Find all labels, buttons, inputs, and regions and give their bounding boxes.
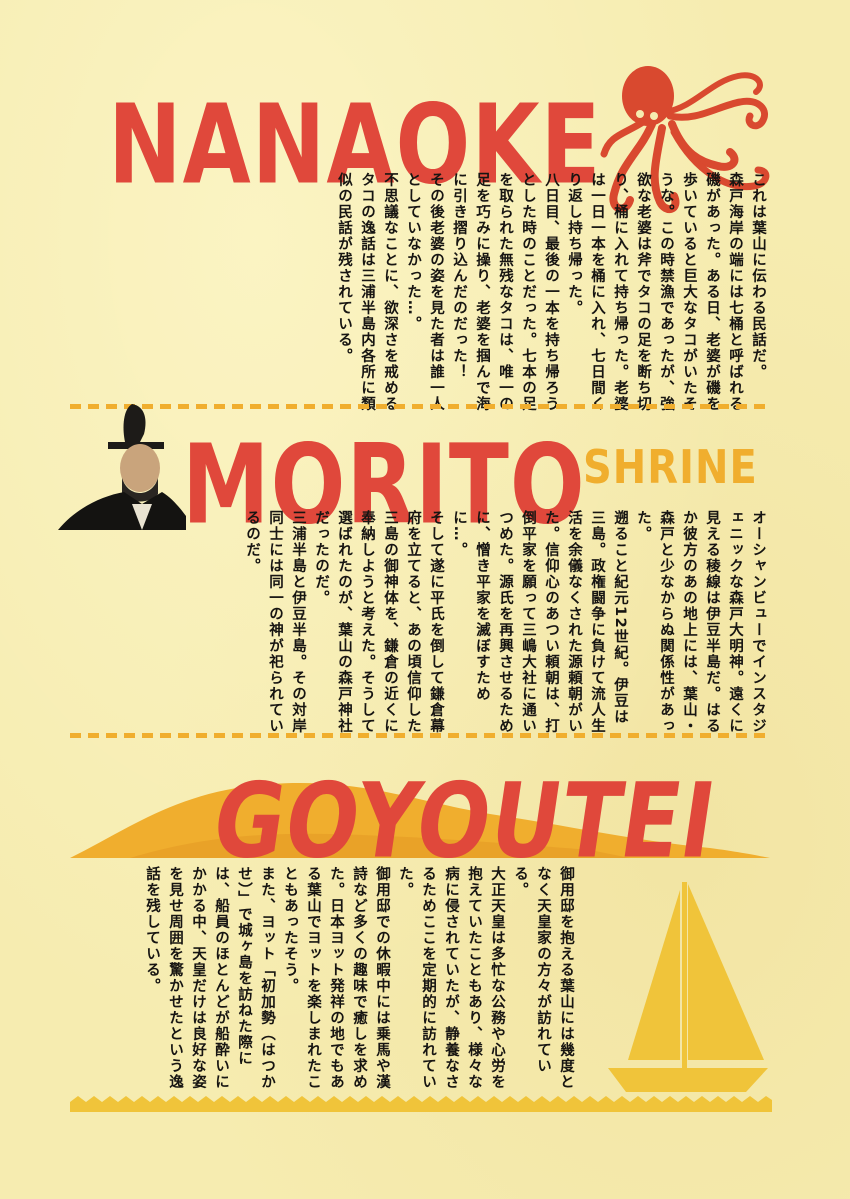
sailboat-icon: [608, 882, 768, 1092]
goyoutei-title: GOYOUTEI: [205, 761, 724, 882]
goyoutei-text: 御用邸を抱える葉山には幾度となく天皇家の方々が訪れている。 大正天皇は多忙な公務…: [144, 866, 574, 1090]
dashed-divider-2: [70, 733, 772, 738]
samurai-portrait-icon: [58, 404, 186, 530]
morito-text: オーシャンビューでインスタジェニックな森戸大明神。遠くに見える稜線は伊豆半島だ。…: [244, 510, 766, 734]
wave-border: [70, 1096, 772, 1112]
nanaoke-text: これは葉山に伝わる民話だ。 森戸海岸の端には七桶と呼ばれる磯があった。ある日、老…: [336, 172, 766, 412]
shrine-subtitle: SHRINE: [583, 441, 758, 495]
